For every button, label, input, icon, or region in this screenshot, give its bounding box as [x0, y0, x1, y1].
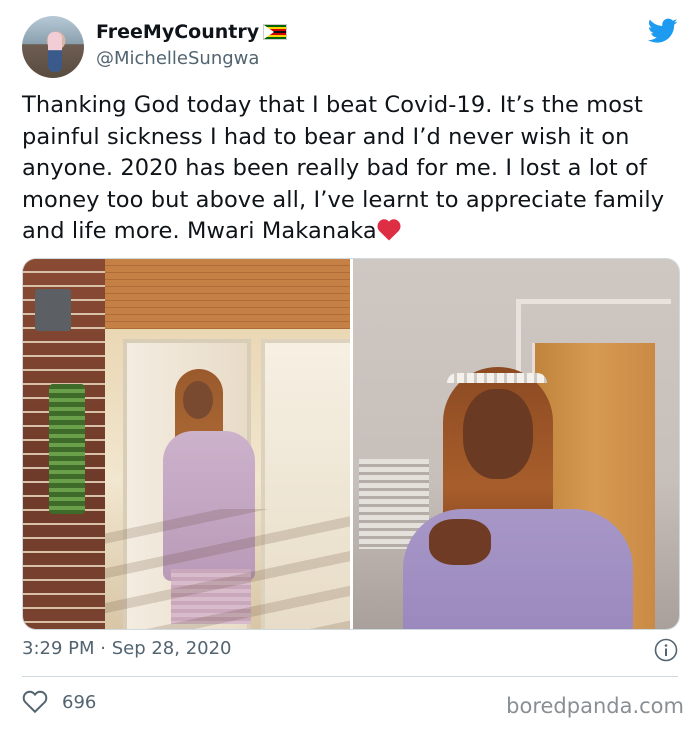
like-section[interactable]: 696 [22, 690, 96, 714]
media-grid [22, 258, 680, 630]
tweet-text-content: Thanking God today that I beat Covid-19.… [22, 92, 665, 244]
tweet-text: Thanking God today that I beat Covid-19.… [22, 90, 682, 248]
user-handle[interactable]: @MichelleSungwa [96, 48, 259, 69]
tweet-timestamp[interactable]: 3:29 PM · Sep 28, 2020 [22, 638, 232, 659]
red-heart-icon [377, 219, 401, 241]
tweet-photo-left[interactable] [23, 259, 350, 629]
name-row: FreeMyCountry [96, 21, 288, 43]
zimbabwe-flag-icon [263, 24, 288, 40]
heart-outline-icon[interactable] [22, 690, 48, 714]
divider [22, 676, 678, 677]
twitter-bird-icon[interactable] [648, 18, 678, 44]
avatar[interactable] [22, 16, 84, 78]
info-icon[interactable] [654, 638, 678, 662]
tweet-header: FreeMyCountry @MichelleSungwa [22, 16, 678, 78]
like-count: 696 [62, 691, 97, 713]
display-name[interactable]: FreeMyCountry [96, 21, 259, 43]
tweet-photo-right[interactable] [352, 259, 679, 629]
watermark: boredpanda.com [506, 694, 684, 718]
